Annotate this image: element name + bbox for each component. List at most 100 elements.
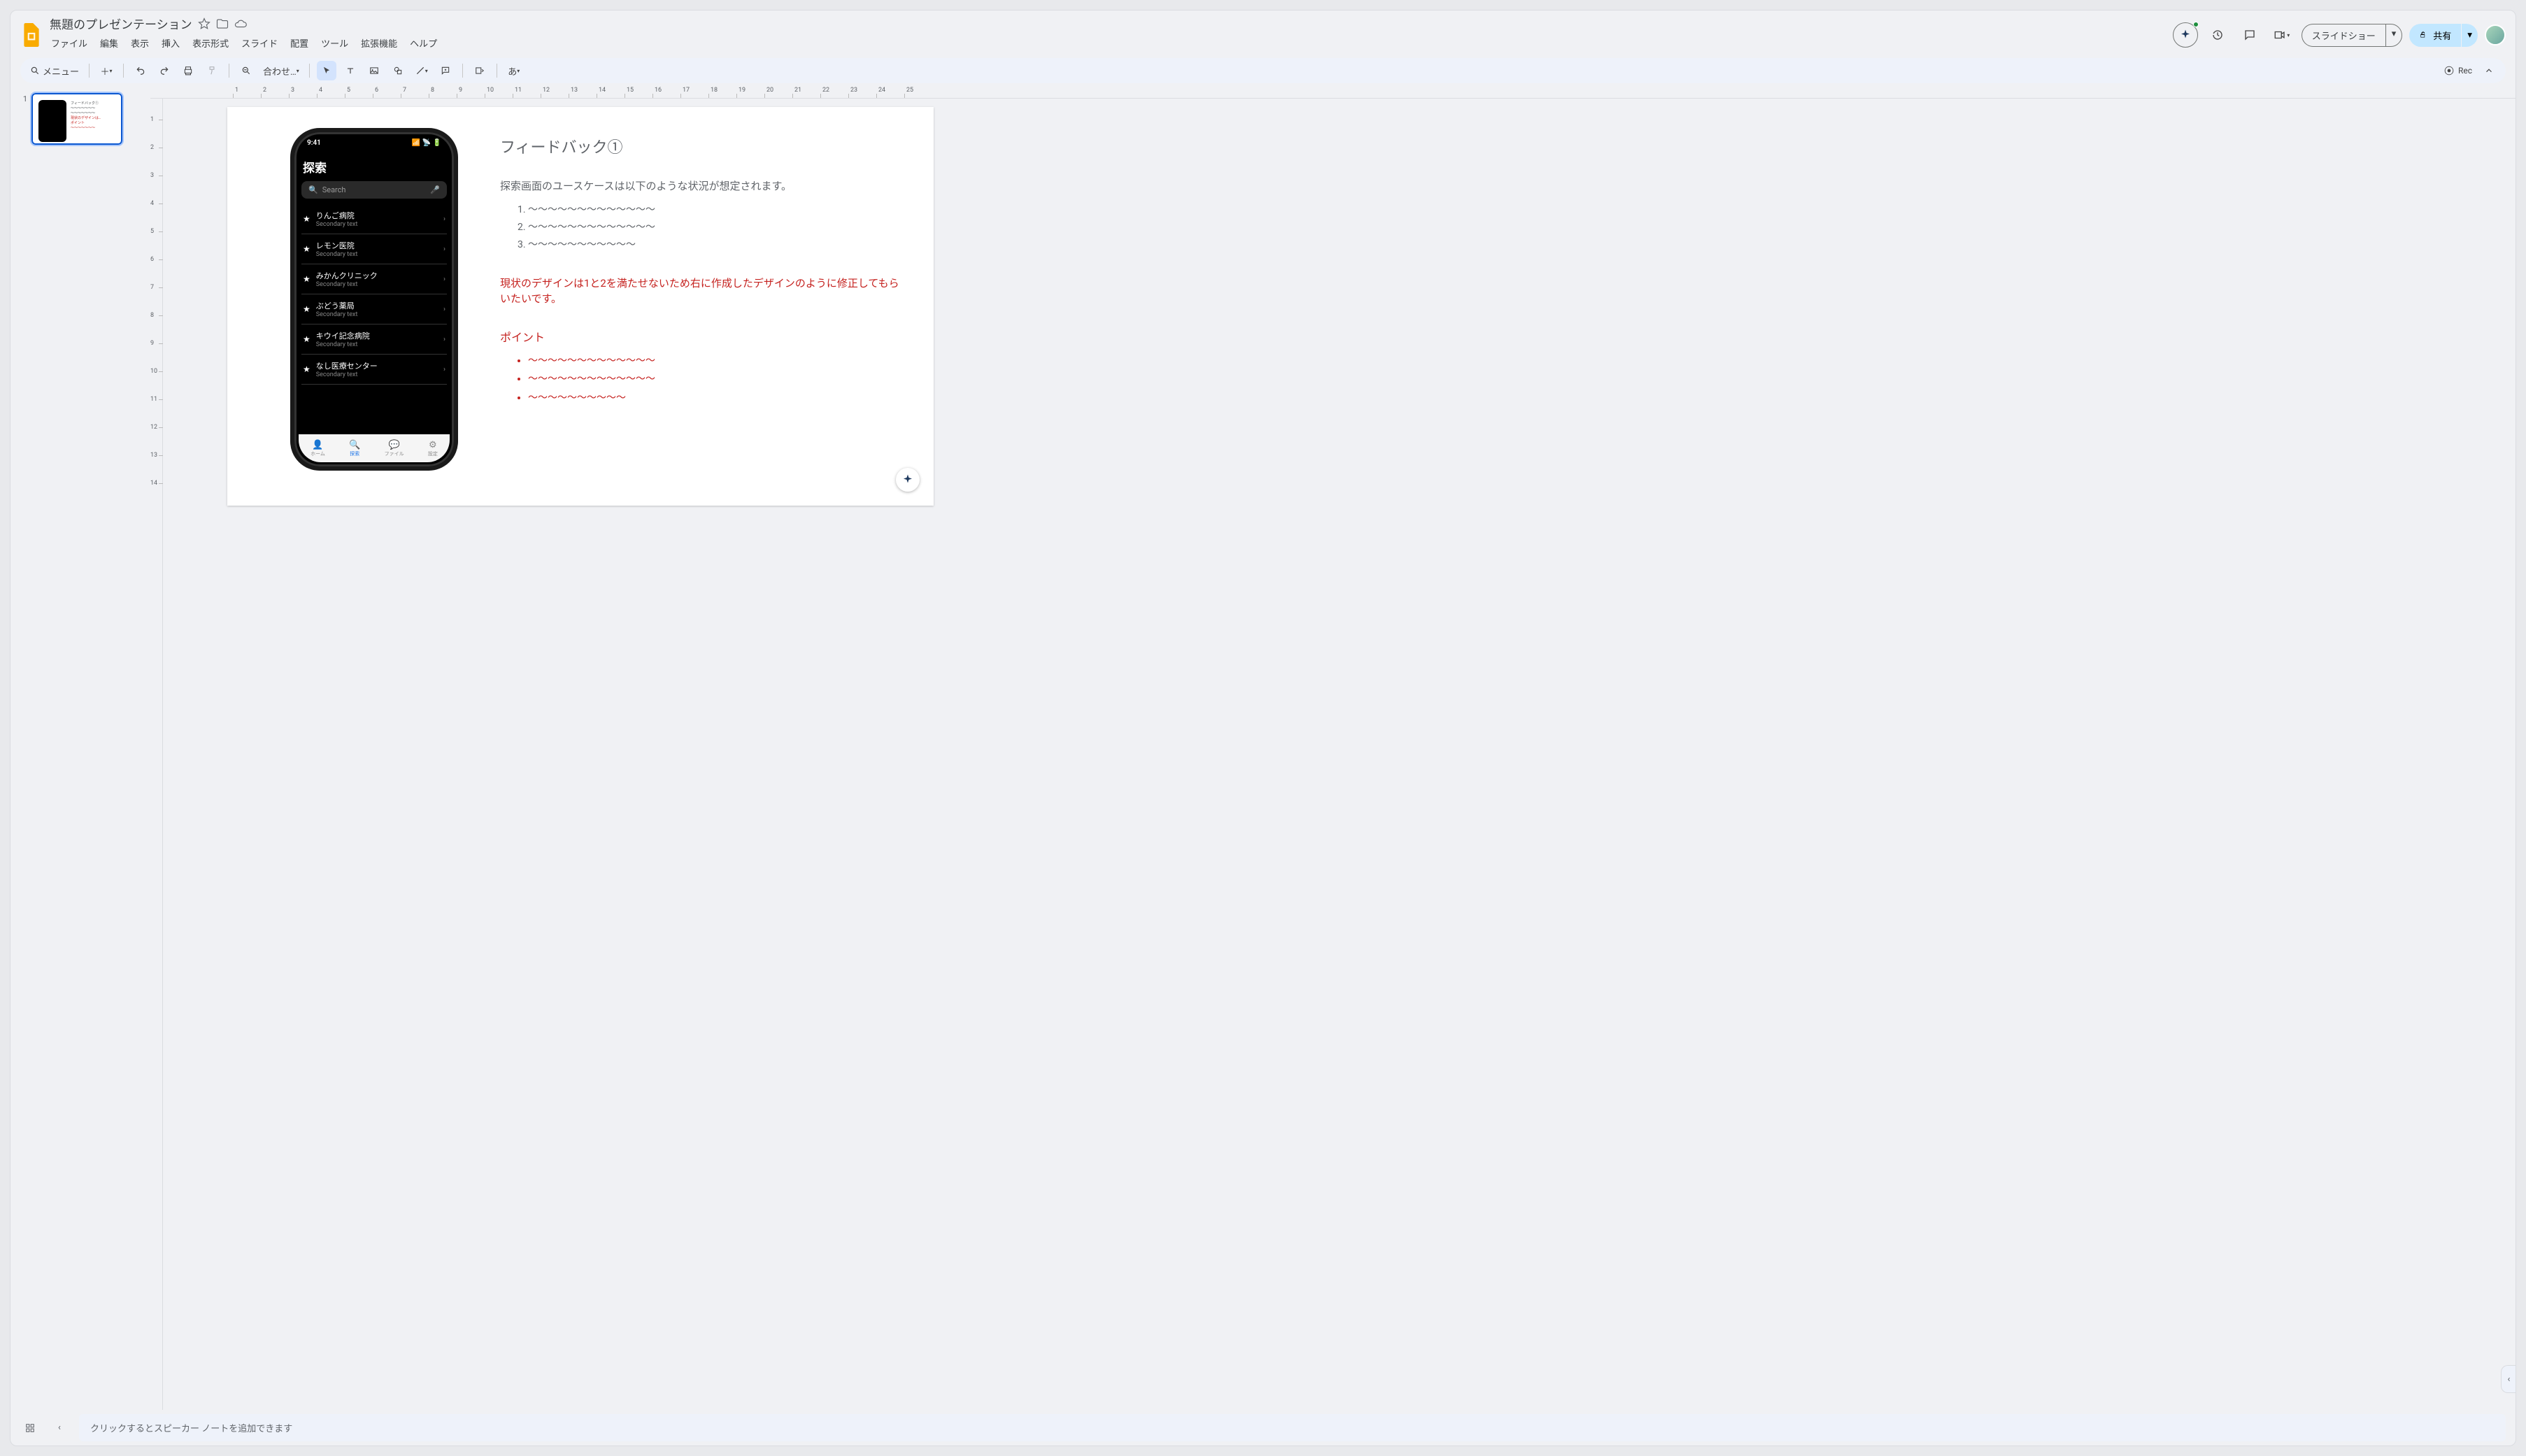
select-tool[interactable] bbox=[317, 61, 336, 80]
cloud-status-icon[interactable] bbox=[234, 17, 247, 30]
bottom-bar: ‹ クリックするとスピーカー ノートを追加できます bbox=[10, 1410, 2516, 1446]
prev-button[interactable]: ‹ bbox=[50, 1418, 69, 1438]
menu-insert[interactable]: 挿入 bbox=[160, 35, 181, 51]
grid-view-button[interactable] bbox=[20, 1418, 40, 1438]
chevron-right-icon: › bbox=[443, 276, 445, 283]
list-item: 〜〜〜〜〜〜〜〜〜〜〜〜〜 bbox=[528, 201, 906, 219]
slide-panel: 1 フィードバック① 〜〜〜〜〜〜〜 〜〜〜〜〜〜〜 現状のデザインは… ポイン… bbox=[10, 86, 150, 1410]
workspace: 1 フィードバック① 〜〜〜〜〜〜〜 〜〜〜〜〜〜〜 現状のデザインは… ポイン… bbox=[10, 86, 2516, 1410]
list-item: 〜〜〜〜〜〜〜〜〜〜〜〜〜 bbox=[528, 352, 906, 371]
chevron-right-icon: › bbox=[443, 306, 445, 313]
line-tool[interactable]: ▾ bbox=[412, 61, 431, 80]
input-method-button[interactable]: あ▾ bbox=[504, 61, 524, 80]
slide-points-heading: ポイント bbox=[500, 328, 906, 345]
list-item: 〜〜〜〜〜〜〜〜〜〜〜〜〜 bbox=[528, 219, 906, 236]
menu-format[interactable]: 表示形式 bbox=[191, 35, 230, 51]
list-item: 〜〜〜〜〜〜〜〜〜〜〜 bbox=[528, 236, 906, 254]
tab-search: 🔍探索 bbox=[349, 440, 360, 457]
redo-button[interactable] bbox=[155, 61, 174, 80]
thumb-number: 1 bbox=[20, 93, 27, 145]
ruler-horizontal: 1234567891011121314151617181920212223242… bbox=[150, 86, 2516, 99]
chevron-right-icon: › bbox=[443, 336, 445, 343]
list-item: ★キウイ記念病院Secondary text› bbox=[301, 324, 447, 355]
share-label: 共有 bbox=[2433, 29, 2451, 42]
share-dropdown[interactable]: ▾ bbox=[2462, 24, 2478, 47]
document-title[interactable]: 無題のプレゼンテーション bbox=[50, 15, 192, 32]
textbox-tool[interactable] bbox=[341, 61, 360, 80]
search-icon: 🔍 bbox=[308, 185, 318, 194]
phone-search: 🔍 Search 🎤 bbox=[301, 181, 447, 199]
meet-button[interactable]: ▾ bbox=[2269, 22, 2295, 48]
menu-edit[interactable]: 編集 bbox=[99, 35, 120, 51]
slideshow-button[interactable]: スライドショー bbox=[2302, 24, 2385, 47]
slide-points-list: 〜〜〜〜〜〜〜〜〜〜〜〜〜〜〜〜〜〜〜〜〜〜〜〜〜〜〜〜〜〜〜〜〜〜〜〜 bbox=[528, 352, 906, 408]
side-panel-toggle[interactable]: ‹ bbox=[2501, 1365, 2516, 1393]
menu-help[interactable]: ヘルプ bbox=[408, 35, 438, 51]
slide-intro: 探索画面のユースケースは以下のような状況が想定されます。 bbox=[500, 178, 906, 193]
slide-1[interactable]: 9:41 📶 📡 🔋 探索 🔍 Search 🎤 ★りんご病院Secondary… bbox=[227, 107, 934, 506]
gemini-button[interactable] bbox=[2173, 22, 2198, 48]
chevron-right-icon: › bbox=[443, 366, 445, 373]
mic-icon: 🎤 bbox=[430, 185, 440, 194]
shape-tool[interactable] bbox=[388, 61, 408, 80]
star-icon: ★ bbox=[303, 364, 311, 374]
star-icon: ★ bbox=[303, 274, 311, 284]
slide-body[interactable]: フィードバック① 探索画面のユースケースは以下のような状況が想定されます。 〜〜… bbox=[500, 135, 906, 407]
list-item: 〜〜〜〜〜〜〜〜〜〜〜〜〜 bbox=[528, 370, 906, 389]
paint-format-button[interactable] bbox=[202, 61, 222, 80]
collapse-toolbar-button[interactable] bbox=[2479, 61, 2499, 80]
image-tool[interactable] bbox=[364, 61, 384, 80]
input-lang-label: あ bbox=[508, 64, 517, 78]
slideshow-dropdown[interactable]: ▾ bbox=[2385, 24, 2403, 47]
slide-title: フィードバック① bbox=[500, 135, 906, 157]
search-placeholder: Search bbox=[322, 185, 427, 194]
speaker-notes[interactable]: クリックするとスピーカー ノートを追加できます bbox=[79, 1414, 2506, 1441]
comments-icon[interactable] bbox=[2237, 22, 2262, 48]
menu-arrange[interactable]: 配置 bbox=[289, 35, 310, 51]
menu-view[interactable]: 表示 bbox=[129, 35, 150, 51]
list-item: ★みかんクリニックSecondary text› bbox=[301, 264, 447, 294]
phone-tabbar: 👤ホーム 🔍探索 💬ファイル ⚙設定 bbox=[299, 434, 450, 462]
chevron-right-icon: › bbox=[443, 215, 445, 223]
menu-tools[interactable]: ツール bbox=[320, 35, 350, 51]
phone-status-icons: 📶 📡 🔋 bbox=[412, 139, 441, 147]
history-icon[interactable] bbox=[2205, 22, 2230, 48]
star-icon: ★ bbox=[303, 334, 311, 344]
new-slide-button[interactable]: ＋▾ bbox=[97, 61, 116, 80]
star-icon: ★ bbox=[303, 304, 311, 314]
slides-logo[interactable] bbox=[20, 20, 43, 50]
slide-use-case-list: 〜〜〜〜〜〜〜〜〜〜〜〜〜〜〜〜〜〜〜〜〜〜〜〜〜〜〜〜〜〜〜〜〜〜〜〜〜 bbox=[528, 201, 906, 255]
record-button[interactable]: Rec bbox=[2444, 66, 2472, 76]
zoom-fit-dropdown[interactable]: 合わせ…▾ bbox=[260, 61, 302, 80]
titlebar: 無題のプレゼンテーション ファイル 編集 表示 挿入 表示形式 スライド 配置 … bbox=[10, 10, 2516, 55]
list-item: ★ぶどう薬局Secondary text› bbox=[301, 294, 447, 324]
list-item: ★レモン医院Secondary text› bbox=[301, 234, 447, 264]
toolbar: メニュー ＋▾ 合わせ…▾ ▾ あ▾ Rec bbox=[20, 58, 2506, 83]
ruler-vertical: 1234567891011121314 bbox=[150, 99, 163, 1410]
thumb-line: 〜〜〜〜〜〜〜 bbox=[71, 106, 115, 111]
tab-file: 💬ファイル bbox=[385, 440, 404, 457]
zoom-out-icon[interactable] bbox=[236, 61, 256, 80]
print-button[interactable] bbox=[178, 61, 198, 80]
star-icon[interactable] bbox=[198, 17, 210, 30]
gemini-fab[interactable] bbox=[896, 468, 920, 492]
menu-bar: ファイル 編集 表示 挿入 表示形式 スライド 配置 ツール 拡張機能 ヘルプ bbox=[50, 32, 2166, 55]
transition-button[interactable] bbox=[470, 61, 490, 80]
menu-slide[interactable]: スライド bbox=[240, 35, 279, 51]
undo-button[interactable] bbox=[131, 61, 150, 80]
thumb-title: フィードバック① bbox=[71, 101, 115, 106]
menu-extensions[interactable]: 拡張機能 bbox=[359, 35, 399, 51]
move-folder-icon[interactable] bbox=[216, 17, 229, 30]
search-menus-button[interactable]: メニュー bbox=[27, 61, 82, 80]
menu-file[interactable]: ファイル bbox=[50, 35, 89, 51]
comment-tool[interactable] bbox=[436, 61, 455, 80]
account-avatar[interactable] bbox=[2485, 24, 2506, 45]
canvas[interactable]: 1234567891011121314151617181920212223242… bbox=[150, 86, 2516, 1410]
phone-time: 9:41 bbox=[307, 139, 321, 147]
slide-thumbnail-1[interactable]: フィードバック① 〜〜〜〜〜〜〜 〜〜〜〜〜〜〜 現状のデザインは… ポイント … bbox=[31, 93, 122, 145]
share-button[interactable]: 共有 bbox=[2409, 24, 2461, 47]
slide-red-paragraph: 現状のデザインは1と2を満たせないため右に作成したデザインのように修正してもらい… bbox=[500, 276, 906, 307]
tab-home: 👤ホーム bbox=[311, 440, 325, 457]
phone-mockup: 9:41 📶 📡 🔋 探索 🔍 Search 🎤 ★りんご病院Secondary… bbox=[290, 128, 458, 471]
tab-settings: ⚙設定 bbox=[428, 440, 438, 457]
